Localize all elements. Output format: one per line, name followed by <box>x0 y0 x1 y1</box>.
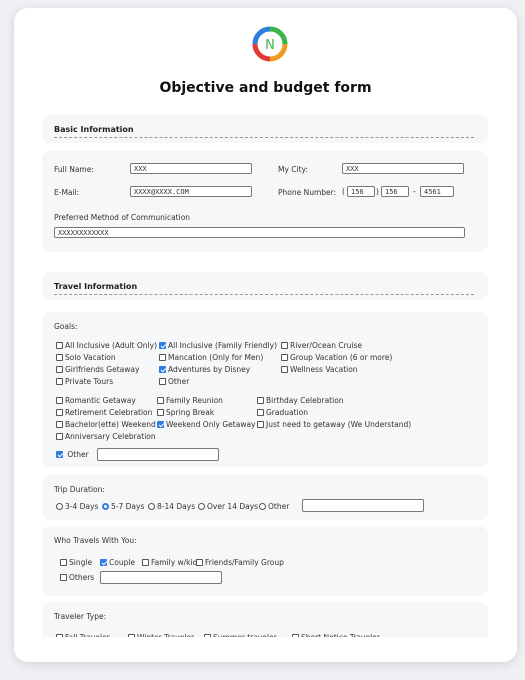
checkbox[interactable] <box>56 342 63 349</box>
checkbox[interactable] <box>257 409 264 416</box>
goal-option[interactable]: Weekend Only Getaway <box>157 420 256 429</box>
who-option[interactable]: Friends/Family Group <box>196 558 284 567</box>
goal-option[interactable]: Other <box>159 377 189 386</box>
checkbox[interactable] <box>56 409 63 416</box>
phone-prefix-input[interactable]: 156 <box>381 186 409 197</box>
checkbox[interactable] <box>60 574 67 581</box>
checkbox[interactable] <box>56 421 63 428</box>
goals-section: Goals: All Inclusive (Adult Only) All In… <box>42 312 488 467</box>
checkbox-checked[interactable] <box>100 559 107 566</box>
traveler-type-label: Traveler Type: <box>54 612 107 621</box>
goals-label: Goals: <box>54 322 78 331</box>
scroll-mask <box>14 637 517 662</box>
section-title: Basic Information <box>54 125 474 138</box>
goal-option[interactable]: Group Vacation (6 or more) <box>281 353 392 362</box>
checkbox[interactable] <box>281 342 288 349</box>
who-option[interactable]: Couple <box>100 558 135 567</box>
phone-label: Phone Number: <box>278 188 337 197</box>
radio[interactable] <box>56 503 63 510</box>
goal-option[interactable]: Private Tours <box>56 377 113 386</box>
goal-option[interactable]: River/Ocean Cruise <box>281 341 362 350</box>
checkbox[interactable] <box>56 366 63 373</box>
form-card: N Objective and budget form Basic Inform… <box>14 8 517 662</box>
checkbox[interactable] <box>157 409 164 416</box>
trip-option[interactable]: Over 14 Days <box>198 502 258 511</box>
svg-text:N: N <box>265 38 275 53</box>
comm-method-input[interactable]: XXXXXXXXXXXX <box>54 227 465 238</box>
trip-other-input[interactable] <box>302 499 424 512</box>
full-name-input[interactable]: XXX <box>130 163 252 174</box>
travel-info-header: Travel Information <box>42 272 488 300</box>
goal-option[interactable]: Anniversary Celebration <box>56 432 156 441</box>
checkbox[interactable] <box>56 433 63 440</box>
phone-dash: - <box>413 187 416 196</box>
goal-option[interactable]: Romantic Getaway <box>56 396 136 405</box>
goal-option[interactable]: All Inclusive (Adult Only) <box>56 341 157 350</box>
checkbox-checked[interactable] <box>56 451 63 458</box>
city-label: My City: <box>278 165 308 174</box>
section-title: Travel Information <box>54 282 474 295</box>
trip-option[interactable]: 3-4 Days <box>56 502 98 511</box>
radio[interactable] <box>198 503 205 510</box>
checkbox[interactable] <box>159 378 166 385</box>
city-input[interactable]: XXX <box>342 163 464 174</box>
checkbox[interactable] <box>257 421 264 428</box>
comm-method-label: Preferred Method of Communication <box>54 213 191 222</box>
radio[interactable] <box>259 503 266 510</box>
goal-other-input[interactable] <box>97 448 219 461</box>
goal-option[interactable]: Bachelor(ette) Weekend <box>56 420 156 429</box>
checkbox-checked[interactable] <box>157 421 164 428</box>
full-name-label: Full Name: <box>54 165 94 174</box>
who-travels-label: Who Travels With You: <box>54 536 137 545</box>
trip-option[interactable]: Other <box>259 502 289 511</box>
trip-option[interactable]: 8-14 Days <box>148 502 195 511</box>
phone-close-paren: ) <box>376 187 379 196</box>
goal-option[interactable]: Mancation (Only for Men) <box>159 353 263 362</box>
goal-option[interactable]: Birthday Celebration <box>257 396 344 405</box>
checkbox[interactable] <box>157 397 164 404</box>
goal-other-option[interactable]: Other <box>56 450 89 459</box>
checkbox[interactable] <box>281 366 288 373</box>
goal-option[interactable]: All Inclusive (Family Friendly) <box>159 341 277 350</box>
checkbox[interactable] <box>159 354 166 361</box>
company-logo-icon: N <box>252 26 288 62</box>
goal-option[interactable]: Graduation <box>257 408 308 417</box>
page-title: Objective and budget form <box>159 80 372 96</box>
email-input[interactable]: XXXX@XXXX.COM <box>130 186 252 197</box>
checkbox[interactable] <box>257 397 264 404</box>
goal-option[interactable]: Family Reunion <box>157 396 223 405</box>
who-others-option[interactable]: Others <box>60 573 94 582</box>
trip-duration-label: Trip Duration: <box>54 485 105 494</box>
checkbox[interactable] <box>56 378 63 385</box>
phone-area-input[interactable]: 156 <box>347 186 375 197</box>
checkbox-checked[interactable] <box>159 342 166 349</box>
radio-selected[interactable] <box>102 503 109 510</box>
goal-option[interactable]: Adventures by Disney <box>159 365 250 374</box>
basic-info-section: Full Name: XXX My City: XXX E-Mail: XXXX… <box>42 151 488 252</box>
who-travels-section: Who Travels With You: Single Couple Fami… <box>42 526 488 596</box>
goal-option[interactable]: Girlfriends Getaway <box>56 365 139 374</box>
basic-info-header: Basic Information <box>42 115 488 143</box>
who-option[interactable]: Single <box>60 558 92 567</box>
goal-option[interactable]: Solo Vacation <box>56 353 116 362</box>
checkbox[interactable] <box>60 559 67 566</box>
trip-duration-section: Trip Duration: 3-4 Days 5-7 Days 8-14 Da… <box>42 475 488 520</box>
goal-option[interactable]: Just need to getaway (We Understand) <box>257 420 411 429</box>
checkbox[interactable] <box>56 354 63 361</box>
email-label: E-Mail: <box>54 188 80 197</box>
checkbox[interactable] <box>196 559 203 566</box>
who-option[interactable]: Family w/kids <box>142 558 201 567</box>
who-others-input[interactable] <box>100 571 222 584</box>
phone-open-paren: ( <box>342 187 345 196</box>
checkbox[interactable] <box>56 397 63 404</box>
goal-option[interactable]: Spring Break <box>157 408 214 417</box>
goal-option[interactable]: Wellness Vacation <box>281 365 358 374</box>
trip-option[interactable]: 5-7 Days <box>102 502 144 511</box>
checkbox[interactable] <box>142 559 149 566</box>
checkbox-checked[interactable] <box>159 366 166 373</box>
checkbox[interactable] <box>281 354 288 361</box>
goal-option[interactable]: Retirement Celebration <box>56 408 152 417</box>
radio[interactable] <box>148 503 155 510</box>
phone-line-input[interactable]: 4561 <box>420 186 454 197</box>
